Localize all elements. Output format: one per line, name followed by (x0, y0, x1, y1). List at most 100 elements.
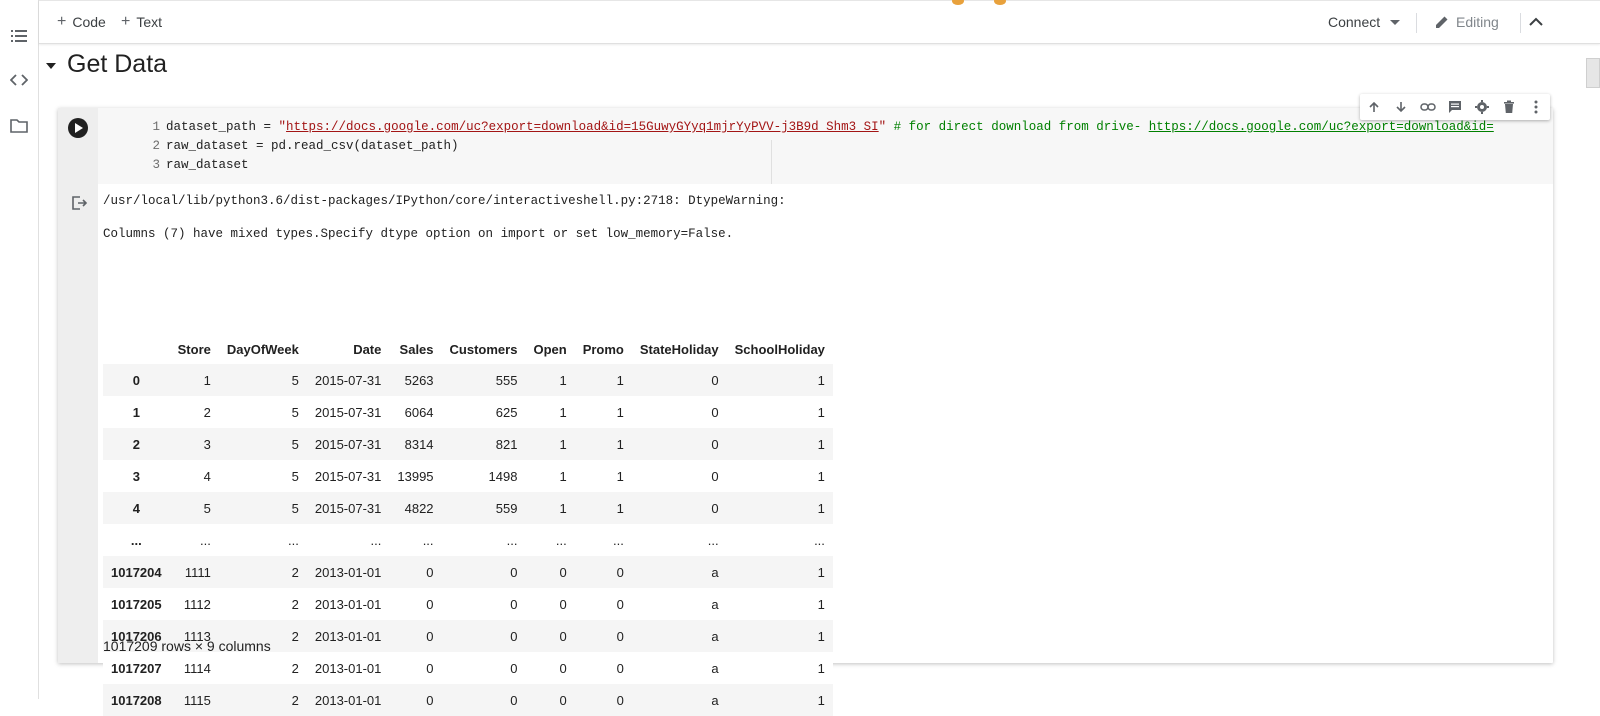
table-cell: 0 (510, 628, 518, 644)
table-cell: 1 (817, 660, 825, 676)
delete-icon[interactable] (1500, 98, 1518, 116)
row-index: 0 (132, 372, 140, 388)
row-index: 1017207 (111, 660, 162, 676)
table-cell: 1 (559, 500, 567, 516)
table-row: 1017205 1112 2 2013-01-01 0 0 0 0 a 1 (103, 588, 833, 620)
editing-mode-button[interactable]: Editing (1435, 9, 1499, 35)
table-header-row: Store DayOfWeek Date Sales Customers Ope… (103, 334, 833, 364)
table-cell: 2 (291, 660, 299, 676)
table-cell: 0 (510, 660, 518, 676)
table-cell: 1498 (488, 468, 518, 484)
table-cell: 2 (291, 692, 299, 708)
table-row: 0 1 5 2015-07-31 5263 555 1 1 0 1 (103, 364, 833, 396)
add-text-button[interactable]: + Text (121, 9, 162, 35)
table-cell: ... (288, 532, 299, 548)
section-collapse-caret-icon[interactable] (46, 63, 56, 69)
editing-label: Editing (1456, 14, 1499, 30)
table-cell: 1 (616, 436, 624, 452)
table-cell: 2015-07-31 (314, 468, 382, 484)
table-cell: 0 (426, 596, 434, 612)
table-cell: 1 (559, 468, 567, 484)
line-number: 1 (152, 120, 160, 134)
output-actions-icon[interactable] (70, 194, 88, 212)
table-cell: 2013-01-01 (314, 564, 382, 580)
connect-button[interactable]: Connect (1328, 9, 1401, 35)
row-index: 1017204 (111, 564, 162, 580)
table-cell: ... (200, 532, 211, 548)
table-cell: 4822 (404, 500, 434, 516)
pencil-icon (1436, 16, 1448, 28)
arrow-up-icon[interactable] (1365, 98, 1383, 116)
table-cell: 2013-01-01 (314, 596, 382, 612)
scrollbar-thumb[interactable] (1586, 58, 1600, 88)
link-icon[interactable] (1419, 98, 1437, 116)
add-code-button[interactable]: + Code (57, 9, 106, 35)
table-cell: ... (422, 532, 434, 548)
files-icon[interactable] (9, 116, 29, 136)
table-row: 3 4 5 2015-07-31 13995 1498 1 1 0 1 (103, 460, 833, 492)
table-cell: 821 (495, 436, 518, 452)
code-cell[interactable]: 1 dataset_path = "https://docs.google.com… (58, 94, 1553, 716)
toc-icon[interactable] (9, 26, 29, 46)
table-cell: 0 (616, 628, 624, 644)
table-cell: 5 (291, 500, 299, 516)
row-index: 1017205 (111, 596, 162, 612)
cell-toolbar (1360, 94, 1550, 120)
table-row: 1017207 1114 2 2013-01-01 0 0 0 0 a 1 (103, 652, 833, 684)
row-index: 3 (132, 468, 140, 484)
column-header: SchoolHoliday (734, 341, 825, 357)
run-cell-button[interactable] (68, 118, 88, 138)
table-cell: 13995 (397, 468, 434, 484)
table-cell: 6064 (404, 404, 434, 420)
comment-icon[interactable] (1446, 98, 1464, 116)
arrow-down-icon[interactable] (1392, 98, 1410, 116)
code-line-1: 1 dataset_path = "https://docs.google.com… (146, 120, 1494, 134)
dataset-url-link[interactable]: https://docs.google.com/uc?export=downlo… (286, 120, 879, 134)
add-code-label: Code (72, 14, 106, 30)
table-cell: 0 (559, 660, 567, 676)
table-cell: ... (707, 532, 719, 548)
table-cell: 2013-01-01 (314, 628, 382, 644)
chevron-up-icon (1529, 17, 1543, 26)
table-cell: 1111 (184, 564, 211, 580)
table-cell: 2013-01-01 (314, 660, 382, 676)
code-editor[interactable]: 1 dataset_path = "https://docs.google.com… (98, 108, 1553, 184)
table-cell: 1 (559, 372, 567, 388)
table-cell: 1 (817, 628, 825, 644)
chevron-down-icon (1390, 19, 1401, 25)
table-cell: 0 (510, 564, 518, 580)
cell-gutter (58, 108, 98, 663)
table-cell: a (711, 564, 719, 580)
column-header: StateHoliday (639, 341, 719, 357)
gear-icon[interactable] (1473, 98, 1491, 116)
more-vert-icon[interactable] (1527, 98, 1545, 116)
comment-url-link[interactable]: https://docs.google.com/uc?export=downlo… (1149, 120, 1494, 134)
table-cell: 0 (616, 596, 624, 612)
table-cell: a (711, 692, 719, 708)
table-row: .............................. (103, 524, 833, 556)
table-cell: 5 (203, 500, 211, 516)
section-header: Get Data (39, 42, 1600, 92)
code-comment: # for direct download from drive- (886, 120, 1149, 134)
table-cell: a (711, 596, 719, 612)
table-cell: a (711, 628, 719, 644)
code-text: raw_dataset = pd.read_csv(dataset_path) (166, 139, 459, 153)
table-cell: 0 (426, 564, 434, 580)
table-row: 4 5 5 2015-07-31 4822 559 1 1 0 1 (103, 492, 833, 524)
table-cell: 1 (817, 468, 825, 484)
code-snippets-icon[interactable] (9, 70, 29, 90)
editor-ruler (771, 140, 772, 184)
table-cell: 2015-07-31 (314, 500, 382, 516)
table-cell: ... (814, 532, 825, 548)
table-cell: 5 (291, 404, 299, 420)
table-row: 1017208 1115 2 2013-01-01 0 0 0 0 a 1 (103, 684, 833, 716)
table-cell: 625 (495, 404, 518, 420)
table-cell: 0 (616, 660, 624, 676)
collapse-header-button[interactable] (1529, 9, 1543, 35)
connect-label: Connect (1328, 14, 1381, 30)
table-cell: 2013-01-01 (314, 692, 382, 708)
table-cell: 1 (616, 500, 624, 516)
row-index: 1017208 (111, 692, 162, 708)
table-cell: 1 (559, 436, 567, 452)
table-cell: 0 (711, 500, 719, 516)
